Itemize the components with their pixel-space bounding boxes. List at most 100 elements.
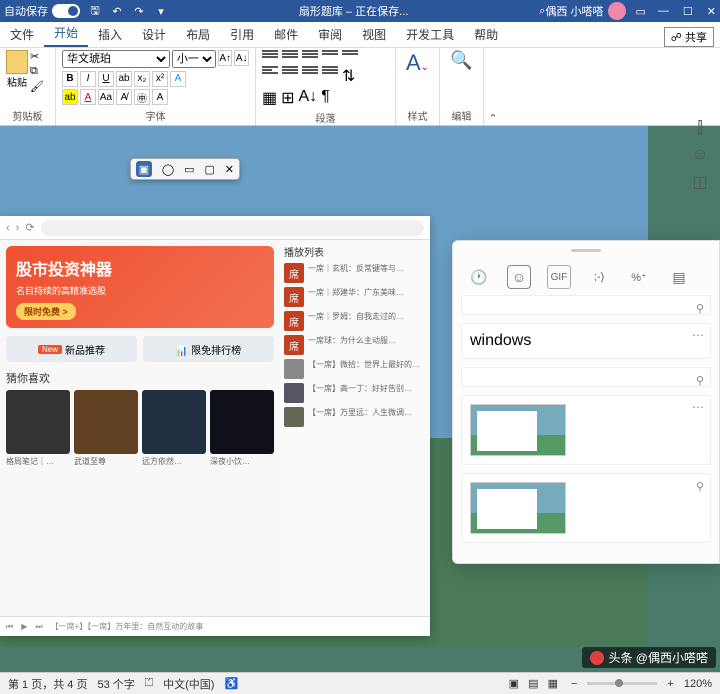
address-field[interactable] <box>41 220 424 236</box>
tab-mailings[interactable]: 邮件 <box>264 22 308 47</box>
share-button[interactable]: ☍ 共享 <box>664 27 714 47</box>
bold-button[interactable]: B <box>62 71 78 87</box>
promo-banner[interactable]: 股市投资神器 名目持续的高精准选股 限时免费 > <box>6 246 274 328</box>
highlight-icon[interactable]: ab <box>62 89 78 105</box>
list-item[interactable]: 【一席】微拾：世界上最好的… <box>284 359 426 379</box>
tab-help[interactable]: 帮助 <box>464 22 508 47</box>
undo-icon[interactable]: ↶ <box>110 4 124 18</box>
tab-developer[interactable]: 开发工具 <box>396 22 464 47</box>
zoom-slider[interactable] <box>587 682 657 685</box>
card-item[interactable]: 深夜小饮… <box>210 390 274 467</box>
emoji-tab-icon[interactable]: ☺ <box>507 265 531 289</box>
browser-urlbar[interactable]: ‹ › ⟳ <box>0 216 430 240</box>
font-family-select[interactable]: 华文琥珀 <box>62 50 170 68</box>
autosave-toggle[interactable]: 自动保存 <box>4 3 80 19</box>
list-item[interactable]: 【一席】万里远：人生微调… <box>284 407 426 427</box>
card-item[interactable]: 武道至尊 <box>74 390 138 467</box>
snip-toolbar[interactable]: ▣ ◯ ▭ ▢ ✕ <box>130 158 240 180</box>
ribbon-display-icon[interactable]: ▭ <box>636 5 646 18</box>
history-tab-icon[interactable]: ▤ <box>667 265 691 289</box>
numbering-icon[interactable] <box>282 50 298 64</box>
list-item[interactable]: 【一席】高一丁：好好告别… <box>284 383 426 403</box>
list-item[interactable]: 席一席球：为什么主动服… <box>284 335 426 355</box>
card-item[interactable]: 远方依然… <box>142 390 206 467</box>
cut-icon[interactable]: ✂ <box>30 50 44 63</box>
copy-icon[interactable]: ⧉ <box>30 65 44 78</box>
italic-button[interactable]: I <box>80 71 96 87</box>
more-icon[interactable]: ⋯ <box>692 400 704 414</box>
maximize-icon[interactable]: ☐ <box>683 5 693 18</box>
focus-view-icon[interactable]: ▣ <box>509 678 519 690</box>
chart-icon[interactable]: ⫿ <box>697 120 702 138</box>
underline-button[interactable]: U <box>98 71 114 87</box>
clipboard-item[interactable]: windows ⋯ <box>461 323 711 359</box>
banner-cta-button[interactable]: 限时免费 > <box>16 303 76 320</box>
increase-indent-icon[interactable] <box>342 50 358 64</box>
tab-home[interactable]: 开始 <box>44 20 88 47</box>
pill-rank[interactable]: 📊 限免排行榜 <box>143 336 274 362</box>
kaomoji-tab-icon[interactable]: ;-) <box>587 265 611 289</box>
zoom-out-icon[interactable]: − <box>571 678 577 690</box>
more-icon[interactable]: ⋯ <box>692 328 704 342</box>
close-icon[interactable]: ✕ <box>707 5 716 18</box>
clear-format-icon[interactable]: A̸ <box>116 89 132 105</box>
qat-dropdown-icon[interactable]: ▾ <box>154 4 168 18</box>
gif-tab-icon[interactable]: GIF <box>547 265 571 289</box>
snip-window-icon[interactable]: ◯ <box>162 163 174 176</box>
tab-insert[interactable]: 插入 <box>88 22 132 47</box>
next-track-icon[interactable]: ⏭ <box>35 622 42 632</box>
tab-layout[interactable]: 布局 <box>176 22 220 47</box>
user-account[interactable]: 偶西 小嗒嗒 <box>545 2 625 20</box>
format-painter-icon[interactable]: 🖌 <box>30 80 44 93</box>
subscript-button[interactable]: x₂ <box>134 71 150 87</box>
tab-view[interactable]: 视图 <box>352 22 396 47</box>
paste-button[interactable]: 粘贴 <box>6 50 28 93</box>
spellcheck-icon[interactable]: ⏍ <box>145 677 153 690</box>
font-color-icon[interactable]: A <box>80 89 96 105</box>
play-icon[interactable]: ▶ <box>21 622 27 631</box>
tab-review[interactable]: 审阅 <box>308 22 352 47</box>
clipboard-item[interactable]: ⋯ <box>461 395 711 465</box>
borders-icon[interactable]: ⊞ <box>281 88 294 108</box>
tab-references[interactable]: 引用 <box>220 22 264 47</box>
show-marks-icon[interactable]: ¶ <box>321 88 330 108</box>
clipboard-tab-icon[interactable]: 🕐 <box>467 265 491 289</box>
drag-handle[interactable] <box>453 241 719 259</box>
minimize-icon[interactable]: — <box>658 5 669 18</box>
pin-icon[interactable]: ⚲ <box>696 480 704 493</box>
print-view-icon[interactable]: ▤ <box>528 678 538 690</box>
clipboard-item[interactable]: ⚲ <box>461 473 711 543</box>
zoom-in-icon[interactable]: + <box>667 678 673 690</box>
back-icon[interactable]: ‹ <box>6 222 10 234</box>
styles-button[interactable]: A⌄ <box>402 50 433 76</box>
sort-icon[interactable]: A↓ <box>299 88 318 108</box>
pill-new[interactable]: New新品推荐 <box>6 336 137 362</box>
person-icon[interactable]: ☺ <box>692 146 708 164</box>
line-spacing-icon[interactable]: ⇅ <box>342 66 355 86</box>
save-icon[interactable]: 🖫 <box>88 4 102 18</box>
bullets-icon[interactable] <box>262 50 278 64</box>
tab-file[interactable]: 文件 <box>0 22 44 47</box>
pin-icon[interactable]: ⚲ <box>696 374 704 387</box>
shading-icon[interactable]: ▦ <box>262 88 277 108</box>
find-icon[interactable]: 🔍 <box>446 50 477 71</box>
redo-icon[interactable]: ↷ <box>132 4 146 18</box>
strikethrough-button[interactable]: ab <box>116 71 132 87</box>
align-right-icon[interactable] <box>302 66 318 80</box>
snip-full-icon[interactable]: ▭ <box>184 163 194 176</box>
card-item[interactable]: 格局笔记｜… <box>6 390 70 467</box>
word-count[interactable]: 53 个字 <box>97 676 134 692</box>
list-item[interactable]: 席一席｜罗姆：自我走过的… <box>284 311 426 331</box>
collapse-ribbon-icon[interactable]: ⌃ <box>484 48 502 125</box>
decrease-indent-icon[interactable] <box>322 50 338 64</box>
list-item[interactable]: 席一席｜玄机：反常键等与… <box>284 263 426 283</box>
multilevel-icon[interactable] <box>302 50 318 64</box>
snip-close-icon[interactable]: ✕ <box>225 163 234 176</box>
page-indicator[interactable]: 第 1 页，共 4 页 <box>8 676 87 692</box>
audio-player[interactable]: ⏮ ▶ ⏭ 【一席+】【一席】万年里：自然互动的故事 <box>0 616 430 636</box>
align-left-icon[interactable] <box>262 66 278 80</box>
superscript-button[interactable]: x² <box>152 71 168 87</box>
justify-icon[interactable] <box>322 66 338 80</box>
font-size-select[interactable]: 小一 <box>172 50 216 68</box>
tab-design[interactable]: 设计 <box>132 22 176 47</box>
